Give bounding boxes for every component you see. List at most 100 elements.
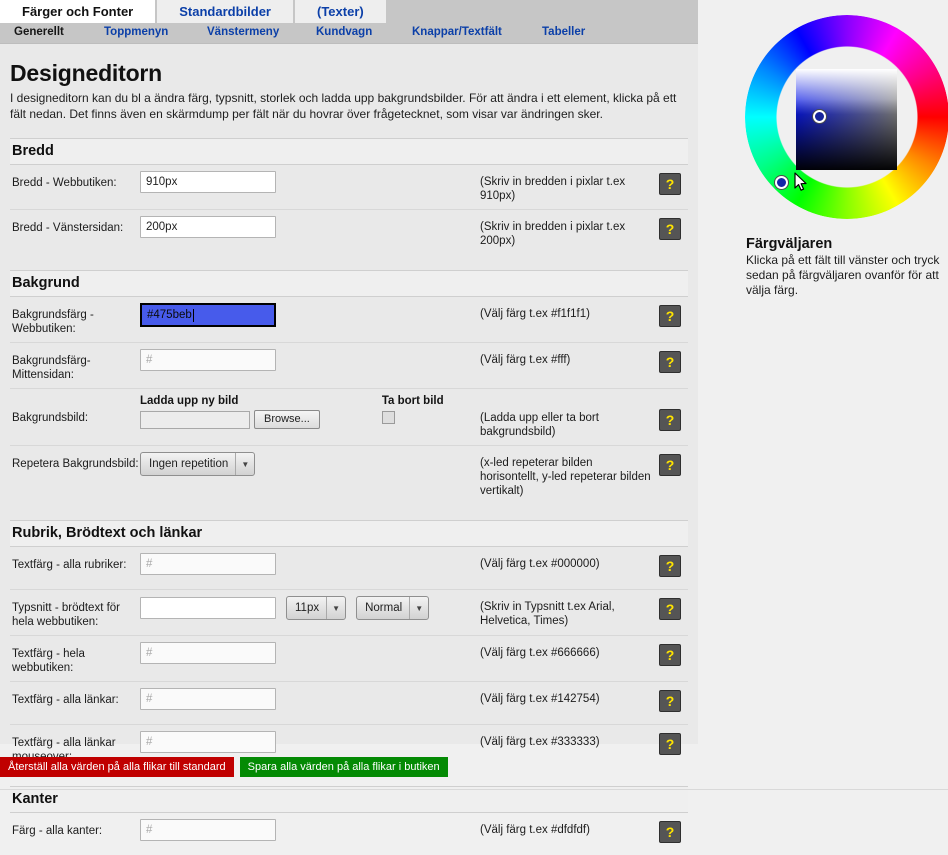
label-bakgrundsfarg-webbutiken: Bakgrundsfärg - Webbutiken: bbox=[12, 309, 94, 335]
hint-bredd-vanstersidan: (Skriv in bredden i pixlar t.ex 200px) bbox=[480, 221, 626, 247]
help-icon[interactable]: ? bbox=[659, 218, 681, 240]
bottom-divider bbox=[0, 789, 948, 790]
help-icon[interactable]: ? bbox=[659, 305, 681, 327]
label-bredd-webbutiken: Bredd - Webbutiken: bbox=[12, 177, 117, 189]
tab-standardbilder[interactable]: Standardbilder bbox=[157, 0, 293, 23]
label-bakgrundsfarg-mittensidan: Bakgrundsfärg-Mittensidan: bbox=[12, 355, 91, 381]
select-value: Ingen repetition bbox=[149, 458, 229, 470]
hint-textfarg-rubriker: (Välj färg t.ex #000000) bbox=[480, 558, 600, 570]
main-panel: Designeditorn I designeditorn kan du bl … bbox=[0, 44, 698, 843]
input-typsnitt-brodtext[interactable] bbox=[140, 597, 276, 619]
hint-bakgrundsfarg-webbutiken: (Välj färg t.ex #f1f1f1) bbox=[480, 308, 590, 320]
input-farg-alla-kanter[interactable] bbox=[140, 819, 276, 841]
label-textfarg-webbutiken: Textfärg - hela webbutiken: bbox=[12, 648, 85, 674]
saturation-value-square[interactable] bbox=[796, 69, 897, 170]
remove-image-title: Ta bort bild bbox=[381, 395, 444, 407]
color-value-text: #475beb bbox=[147, 309, 192, 321]
row-textfarg-lankar: Textfärg - alla länkar: (Välj färg t.ex … bbox=[10, 682, 688, 725]
row-typsnitt-brodtext: Typsnitt - brödtext för hela webbutiken:… bbox=[10, 590, 688, 636]
chevron-down-icon: ▼ bbox=[241, 459, 250, 469]
sv-black-overlay bbox=[796, 69, 897, 170]
action-button-bar: Återställ alla värden på alla flikar til… bbox=[0, 757, 448, 777]
help-icon[interactable]: ? bbox=[659, 555, 681, 577]
label-bakgrundsbild: Bakgrundsbild: bbox=[12, 412, 89, 424]
reset-all-values-button[interactable]: Återställ alla värden på alla flikar til… bbox=[0, 757, 234, 777]
subnav-item-vanstermeny[interactable]: Vänstermeny bbox=[207, 26, 279, 38]
help-icon[interactable]: ? bbox=[659, 690, 681, 712]
section-heading-bakgrund: Bakgrund bbox=[10, 270, 688, 297]
hue-selection-marker[interactable] bbox=[775, 176, 788, 189]
subnav-item-kundvagn[interactable]: Kundvagn bbox=[316, 26, 372, 38]
section-bakgrund: Bakgrund Bakgrundsfärg - Webbutiken: #47… bbox=[10, 270, 688, 504]
upload-section-title: Ladda upp ny bild bbox=[140, 395, 239, 407]
hint-bakgrundsbild: (Ladda upp eller ta bort bakgrundsbild) bbox=[480, 412, 599, 438]
color-picker-description: Klicka på ett fält till vänster och tryc… bbox=[746, 253, 940, 297]
select-repetera-bakgrundsbild[interactable]: Ingen repetition ▼ bbox=[140, 452, 256, 476]
section-heading-kanter: Kanter bbox=[10, 786, 688, 813]
label-textfarg-rubriker: Textfärg - alla rubriker: bbox=[12, 559, 127, 571]
input-bakgrundsfarg-mittensidan[interactable] bbox=[140, 349, 276, 371]
input-textfarg-rubriker[interactable] bbox=[140, 553, 276, 575]
help-icon[interactable]: ? bbox=[659, 454, 681, 476]
chevron-down-icon: ▼ bbox=[332, 603, 341, 613]
sub-nav-bar: Generellt Toppmenyn Vänstermeny Kundvagn… bbox=[0, 23, 698, 44]
mouse-cursor-icon bbox=[794, 172, 807, 191]
input-textfarg-lankar-mouseover[interactable] bbox=[140, 731, 276, 753]
input-textfarg-webbutiken[interactable] bbox=[140, 642, 276, 664]
tab-bar: Färger och Fonter Standardbilder (Texter… bbox=[0, 0, 698, 23]
hint-repetera-bakgrundsbild: (x-led repeterar bilden horisontellt, y-… bbox=[480, 457, 651, 497]
hint-farg-alla-kanter: (Välj färg t.ex #dfdfdf) bbox=[480, 824, 590, 836]
section-heading-bredd: Bredd bbox=[10, 138, 688, 165]
select-value: 11px bbox=[295, 602, 320, 614]
label-repetera-bakgrundsbild: Repetera Bakgrundsbild: bbox=[12, 458, 139, 470]
hint-typsnitt-brodtext: (Skriv in Typsnitt t.ex Arial, Helvetica… bbox=[480, 601, 615, 627]
chevron-down-icon: ▼ bbox=[415, 603, 424, 613]
select-font-size[interactable]: 11px ▼ bbox=[286, 596, 347, 620]
subnav-item-toppmenyn[interactable]: Toppmenyn bbox=[104, 26, 168, 38]
row-bredd-vanstersidan: Bredd - Vänstersidan: (Skriv in bredden … bbox=[10, 210, 688, 254]
input-textfarg-lankar[interactable] bbox=[140, 688, 276, 710]
section-kanter: Kanter Färg - alla kanter: (Välj färg t.… bbox=[10, 786, 688, 855]
help-icon[interactable]: ? bbox=[659, 409, 681, 431]
remove-image-checkbox[interactable] bbox=[381, 411, 395, 424]
file-path-input[interactable] bbox=[140, 410, 250, 429]
label-bredd-vanstersidan: Bredd - Vänstersidan: bbox=[12, 222, 124, 234]
browse-button[interactable]: Browse... bbox=[254, 410, 320, 429]
row-bredd-webbutiken: Bredd - Webbutiken: (Skriv in bredden i … bbox=[10, 165, 688, 210]
row-bakgrundsfarg-webbutiken: Bakgrundsfärg - Webbutiken: #475beb (Väl… bbox=[10, 297, 688, 343]
help-icon[interactable]: ? bbox=[659, 351, 681, 373]
page-title: Designeditorn bbox=[10, 60, 163, 86]
row-farg-alla-kanter: Färg - alla kanter: (Välj färg t.ex #dfd… bbox=[10, 813, 688, 855]
hint-textfarg-lankar: (Välj färg t.ex #142754) bbox=[480, 693, 600, 705]
color-picker-title: Färgväljaren bbox=[746, 236, 833, 252]
help-icon[interactable]: ? bbox=[659, 644, 681, 666]
hint-bredd-webbutiken: (Skriv in bredden i pixlar t.ex 910px) bbox=[480, 176, 626, 202]
select-font-weight[interactable]: Normal ▼ bbox=[356, 596, 430, 620]
input-bakgrundsfarg-webbutiken[interactable]: #475beb bbox=[140, 303, 276, 327]
input-bredd-webbutiken[interactable] bbox=[140, 171, 276, 193]
hint-textfarg-webbutiken: (Välj färg t.ex #666666) bbox=[480, 647, 600, 659]
subnav-item-generellt[interactable]: Generellt bbox=[14, 26, 64, 38]
tab-farger-och-fonter[interactable]: Färger och Fonter bbox=[0, 0, 156, 23]
help-icon[interactable]: ? bbox=[659, 733, 681, 755]
hint-bakgrundsfarg-mittensidan: (Välj färg t.ex #fff) bbox=[480, 354, 571, 366]
hint-textfarg-lankar-mouseover: (Välj färg t.ex #333333) bbox=[480, 736, 600, 748]
select-value: Normal bbox=[365, 602, 403, 614]
help-icon[interactable]: ? bbox=[659, 821, 681, 843]
row-bakgrundsbild: Bakgrundsbild: Ladda upp ny bild Browse.… bbox=[10, 389, 688, 446]
input-bredd-vanstersidan[interactable] bbox=[140, 216, 276, 238]
help-icon[interactable]: ? bbox=[659, 598, 681, 620]
tab-texter[interactable]: (Texter) bbox=[295, 0, 386, 23]
sv-selection-marker[interactable] bbox=[813, 110, 826, 123]
label-farg-alla-kanter: Färg - alla kanter: bbox=[12, 825, 103, 837]
label-typsnitt-brodtext: Typsnitt - brödtext för hela webbutiken: bbox=[12, 602, 121, 628]
section-rubrik-brodtext-lankar: Rubrik, Brödtext och länkar Textfärg - a… bbox=[10, 520, 688, 770]
color-wheel[interactable] bbox=[742, 12, 948, 228]
save-all-values-button[interactable]: Spara alla värden på alla flikar i butik… bbox=[239, 757, 448, 777]
subnav-item-knappar-textfalt[interactable]: Knappar/Textfält bbox=[412, 26, 502, 38]
row-bakgrundsfarg-mittensidan: Bakgrundsfärg-Mittensidan: (Välj färg t.… bbox=[10, 343, 688, 389]
section-heading-rubrik: Rubrik, Brödtext och länkar bbox=[10, 520, 688, 547]
subnav-item-tabeller[interactable]: Tabeller bbox=[542, 26, 585, 38]
help-icon[interactable]: ? bbox=[659, 173, 681, 195]
page-intro-text: I designeditorn kan du bl a ändra färg, … bbox=[10, 91, 677, 121]
